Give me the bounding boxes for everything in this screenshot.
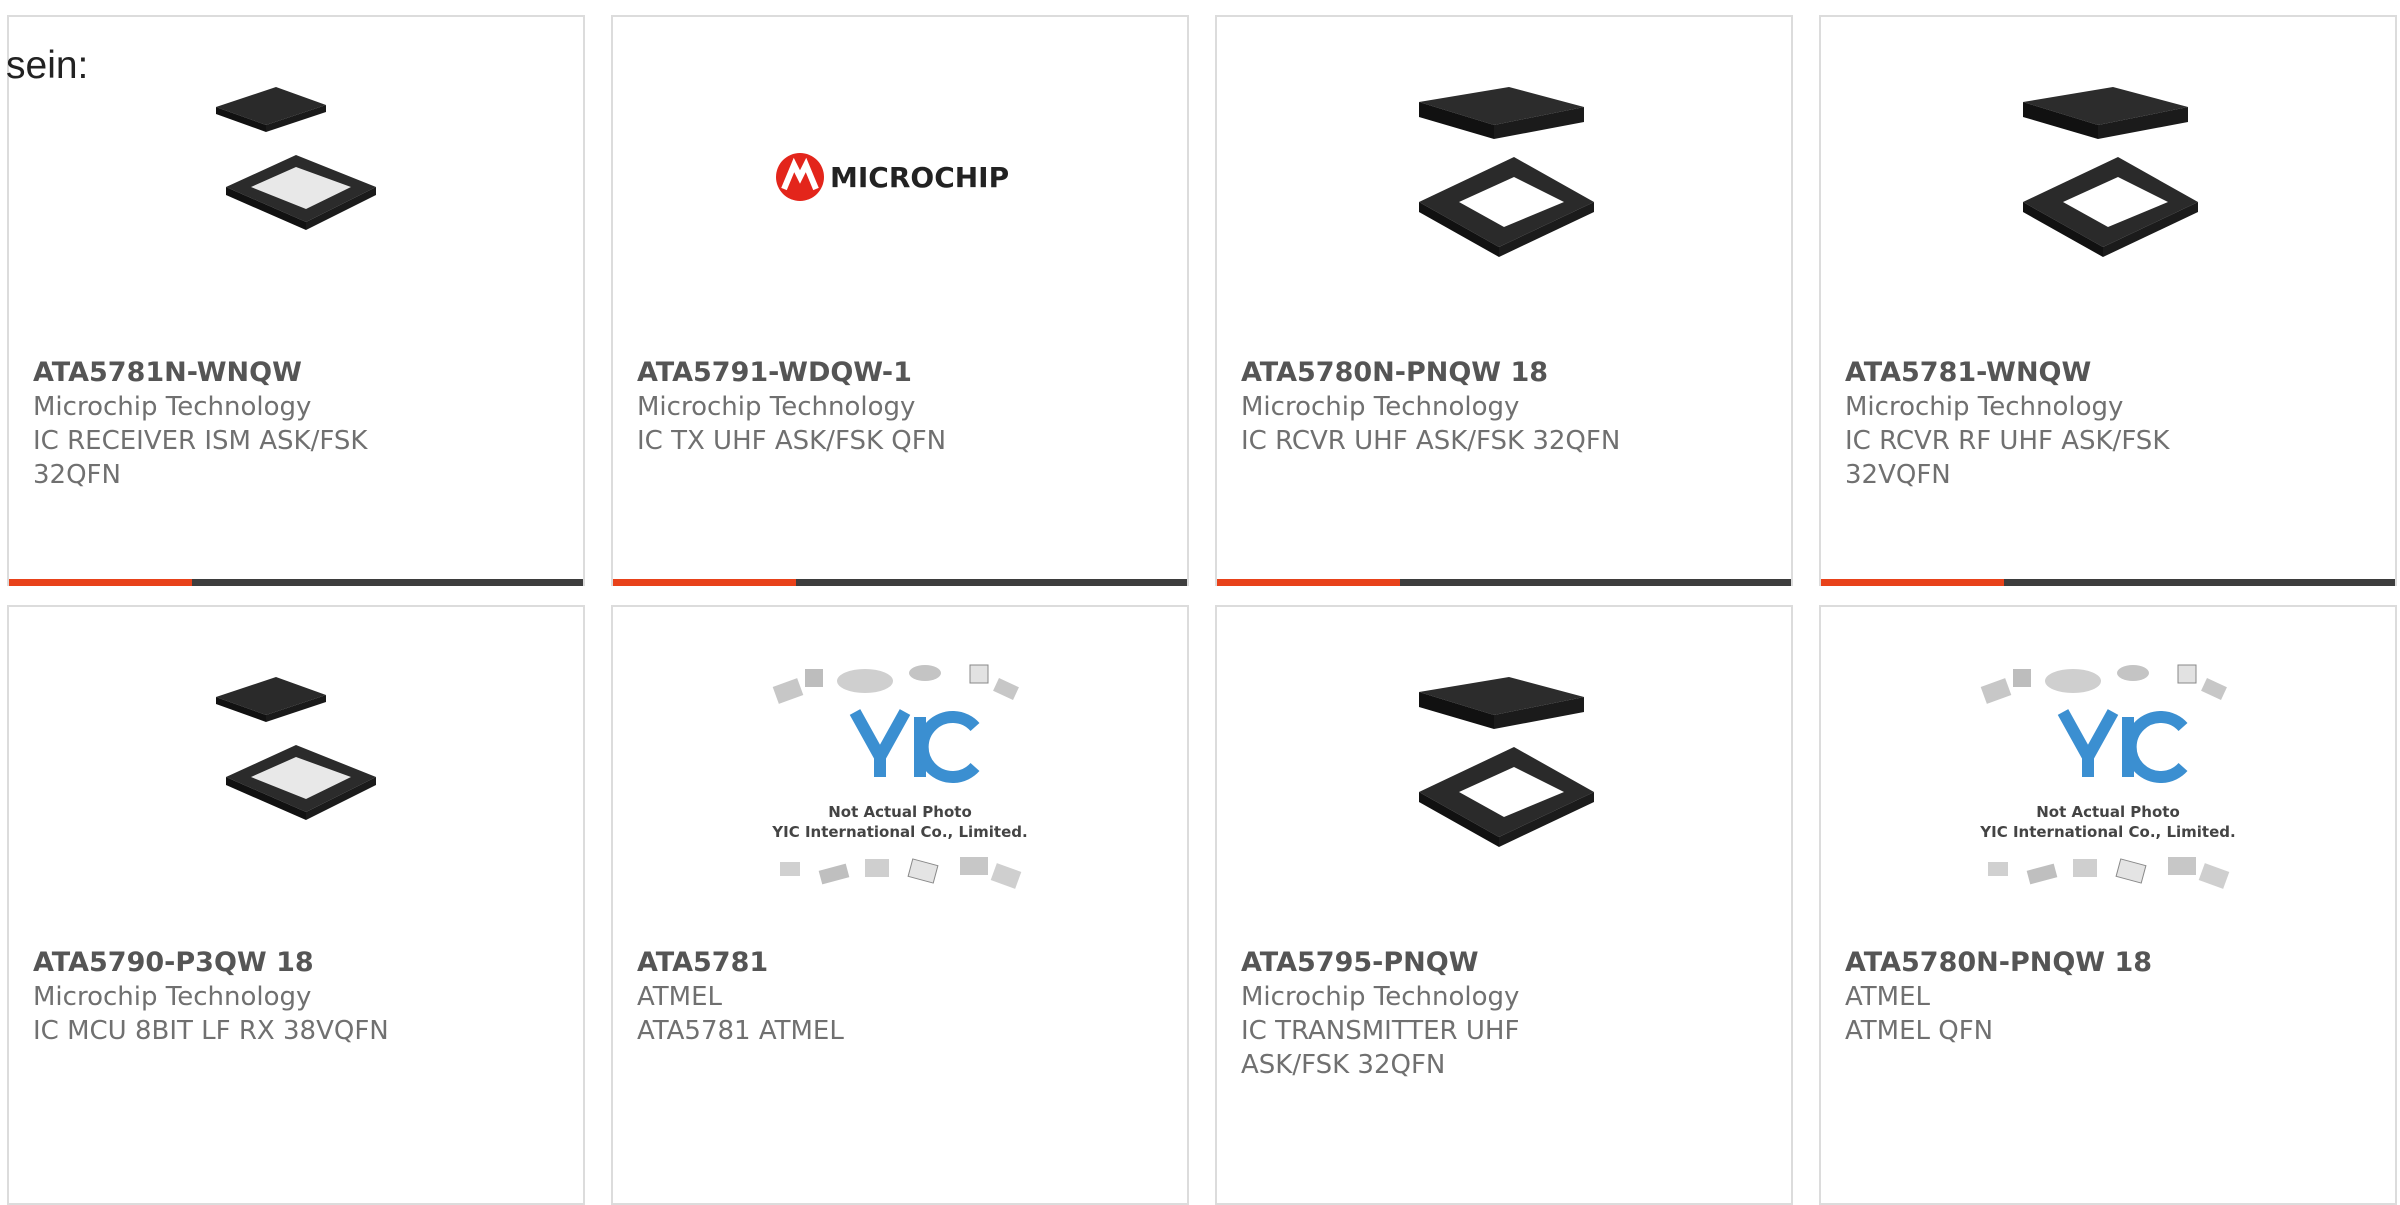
description: ATMEL QFN [1845,1016,1994,1046]
manufacturer: Microchip Technology [637,392,916,422]
part-number-link[interactable]: ATA5780N-PNQW 18 [1241,356,1767,390]
manufacturer: ATMEL [637,982,722,1012]
manufacturer: Microchip Technology [33,392,312,422]
part-number-link[interactable]: ATA5781-WNQW [1845,356,2371,390]
placeholder-line-1: Not Actual Photo [828,803,972,821]
card-footer-bar [9,579,583,586]
qfn-chip-icon [2023,87,2198,257]
product-image[interactable] [2008,77,2208,277]
description: IC RCVR RF UHF ASK/FSK 32VQFN [1845,426,2170,490]
placeholder-line-2: YIC International Co., Limited. [1979,823,2235,841]
product-card[interactable]: ATA5780N-PNQW 18 Microchip Technology IC… [1215,15,1793,586]
not-actual-photo-icon: Not Actual Photo YIC International Co., … [1979,664,2236,889]
product-card[interactable]: ATA5781N-WNQW Microchip Technology IC RE… [7,15,585,586]
qfn-chip-icon [216,87,376,230]
product-card[interactable]: ATA5790-P3QW 18 Microchip Technology IC … [7,605,585,1205]
description: IC TRANSMITTER UHF ASK/FSK 32QFN [1241,1016,1520,1080]
placeholder-line-1: Not Actual Photo [2036,803,2180,821]
product-image[interactable] [1404,667,1604,867]
product-image[interactable] [196,77,396,277]
placeholder-line-2: YIC International Co., Limited. [771,823,1027,841]
part-number-link[interactable]: ATA5791-WDQW-1 [637,356,1163,390]
product-image[interactable] [196,667,396,867]
part-number-link[interactable]: ATA5781 [637,946,1163,980]
manufacturer: Microchip Technology [33,982,312,1012]
description: ATA5781 ATMEL [637,1016,844,1046]
manufacturer: Microchip Technology [1241,982,1520,1012]
product-image[interactable]: MICROCHIP [770,77,1030,277]
manufacturer: Microchip Technology [1845,392,2124,422]
product-image[interactable]: Not Actual Photo YIC International Co., … [1973,657,2243,907]
card-footer-bar [1217,579,1791,586]
manufacturer: ATMEL [1845,982,1930,1012]
microchip-logo-text: MICROCHIP [830,161,1009,194]
part-number-link[interactable]: ATA5795-PNQW [1241,946,1767,980]
product-card[interactable]: ATA5795-PNQW Microchip Technology IC TRA… [1215,605,1793,1205]
card-footer-bar [1821,579,2395,586]
product-card[interactable]: Not Actual Photo YIC International Co., … [1819,605,2397,1205]
qfn-chip-icon [216,677,376,820]
product-card[interactable]: MICROCHIP ATA5791-WDQW-1 Microchip Techn… [611,15,1189,586]
qfn-chip-icon [1419,677,1594,847]
product-card[interactable]: Not Actual Photo YIC International Co., … [611,605,1189,1205]
description: IC RECEIVER ISM ASK/FSK 32QFN [33,426,368,490]
not-actual-photo-icon: Not Actual Photo YIC International Co., … [771,664,1028,889]
qfn-chip-icon [1419,87,1594,257]
microchip-logo-icon: MICROCHIP [776,153,1009,201]
card-footer-bar [613,579,1187,586]
part-number-link[interactable]: ATA5780N-PNQW 18 [1845,946,2371,980]
lead-text: sein: [6,44,89,87]
manufacturer: Microchip Technology [1241,392,1520,422]
description: IC RCVR UHF ASK/FSK 32QFN [1241,426,1621,456]
part-number-link[interactable]: ATA5790-P3QW 18 [33,946,559,980]
product-image[interactable]: Not Actual Photo YIC International Co., … [765,657,1035,907]
product-card[interactable]: ATA5781-WNQW Microchip Technology IC RCV… [1819,15,2397,586]
description: IC MCU 8BIT LF RX 38VQFN [33,1016,389,1046]
part-number-link[interactable]: ATA5781N-WNQW [33,356,559,390]
description: IC TX UHF ASK/FSK QFN [637,426,947,456]
product-image[interactable] [1404,77,1604,277]
